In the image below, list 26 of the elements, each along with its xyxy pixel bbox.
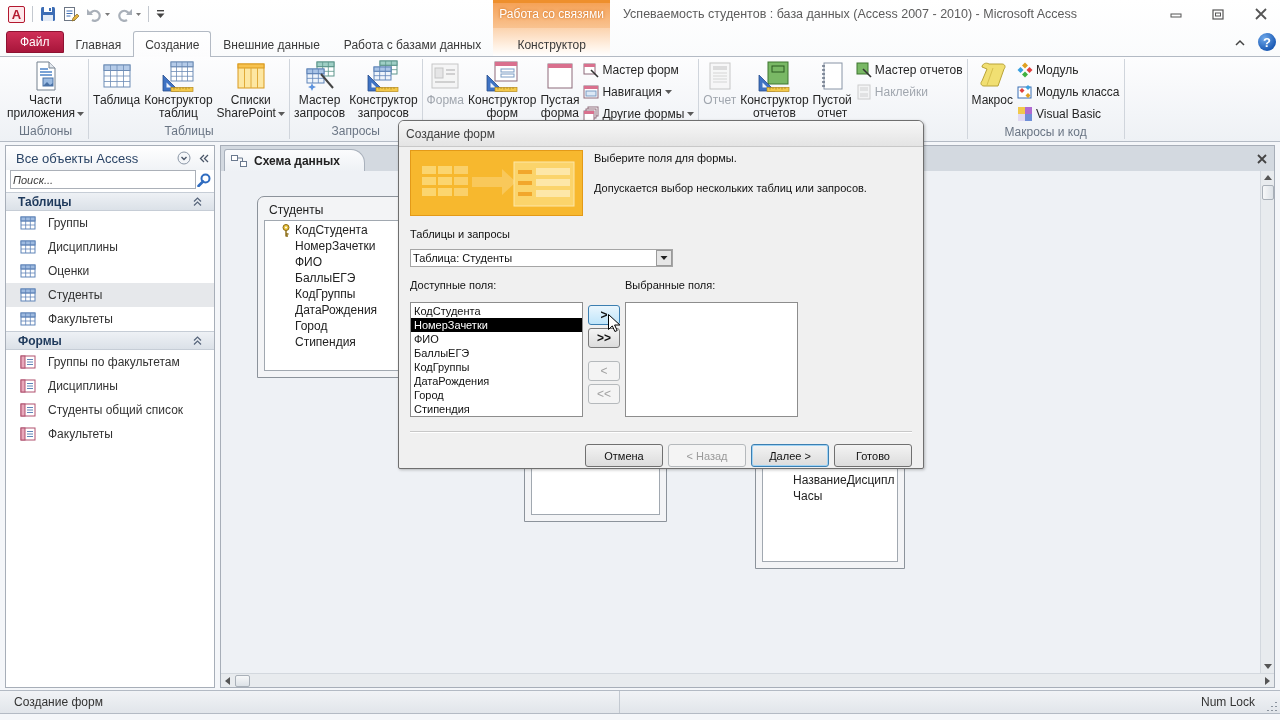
status-indicator: Num Lock <box>1200 695 1256 709</box>
contextual-tab-group: Работа со связями <box>499 7 604 21</box>
hint-text: Допускается выбор нескольких таблиц или запросов. <box>594 181 867 195</box>
field-name: Стипендия <box>295 335 356 349</box>
field-name: НомерЗачетки <box>295 239 376 253</box>
dialog-title: Создание форм <box>399 121 923 147</box>
pane-title: Все объекты Access <box>16 150 140 166</box>
field-name: ДатаРождения <box>295 303 378 317</box>
table-title: Студенты <box>269 203 324 217</box>
group-label: Запросы <box>331 123 380 138</box>
instruction-text: Выберите поля для формы. <box>594 151 737 165</box>
status-message: Создание форм <box>13 695 104 709</box>
field-name: КодГруппы <box>295 287 356 301</box>
field-name: Город <box>295 319 328 333</box>
field-name: БаллыЕГЭ <box>295 271 356 285</box>
group-label: Макросы и код <box>1004 124 1087 139</box>
field-name: НазваниеДисципл <box>793 473 895 487</box>
group-label: Таблицы <box>164 123 214 138</box>
window-title: Успеваемость студентов : база данных (Access 2007 - 2010) - Microsoft Access <box>622 7 1077 21</box>
field-name: ФИО <box>295 255 323 269</box>
field-name: Часы <box>793 489 823 503</box>
group-label: Шаблоны <box>19 123 73 138</box>
field-label: Таблицы и запросы <box>410 227 510 241</box>
list-label: Доступные поля: <box>410 279 497 291</box>
field-name: КодСтудента <box>295 223 368 237</box>
list-label: Выбранные поля: <box>625 278 716 292</box>
